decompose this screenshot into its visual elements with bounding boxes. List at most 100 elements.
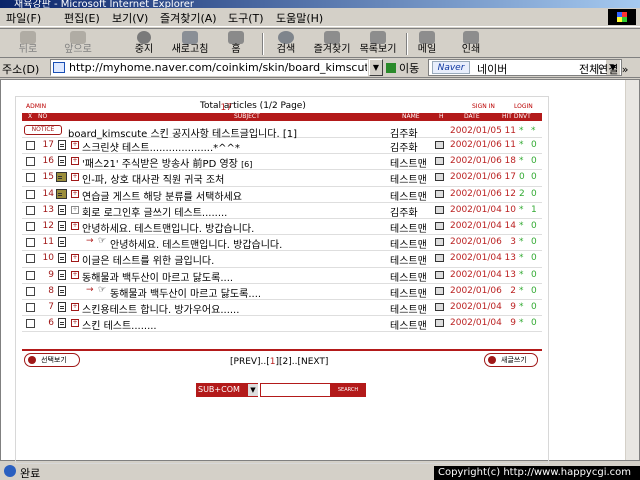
- table-row[interactable]: 13 + 회로 로그인후 글쓰기 테스트........ 김주화 2002/01…: [22, 203, 542, 219]
- mail-icon[interactable]: [435, 254, 444, 263]
- row-checkbox[interactable]: [26, 221, 35, 231]
- row-title[interactable]: 스킨 테스트........: [82, 317, 157, 332]
- pager-prev[interactable]: [PREV]..[: [230, 357, 270, 367]
- status-text: 완료: [20, 467, 41, 480]
- row-dn: 0: [519, 172, 525, 183]
- row-author: 테스트맨: [390, 175, 427, 187]
- search-field-select[interactable]: SUB+COM ▼: [196, 383, 258, 397]
- table-row[interactable]: 12 + 안녕하세요. 테스트맨입니다. 방갑습니다. 테스트맨 2002/01…: [22, 219, 542, 236]
- menu-edit[interactable]: 편집(E): [64, 10, 100, 26]
- address-input[interactable]: http://myhome.naver.com/coinkim/skin/boa…: [50, 59, 368, 76]
- row-date: 2002/01/06: [450, 188, 502, 199]
- home-button[interactable]: 홈: [222, 31, 250, 57]
- select-view-button[interactable]: 선택보기: [24, 353, 80, 367]
- table-row[interactable]: 7 + 스킨용테스트 합니다. 방가우어요...... 테스트맨 2002/01…: [22, 300, 542, 317]
- mail-icon[interactable]: [435, 302, 444, 311]
- row-title[interactable]: 동해물과 백두산이 마르고 닳도록....: [82, 269, 233, 284]
- login-link[interactable]: LOGIN: [514, 103, 533, 110]
- row-title[interactable]: 스크린샷 테스트....................*^^*: [82, 139, 240, 154]
- search-button[interactable]: 검색: [270, 31, 302, 57]
- table-row[interactable]: 8 → ☞ 동해물과 백두산이 마르고 닳도록.... 테스트맨 2002/01…: [22, 284, 542, 300]
- row-checkbox[interactable]: [26, 319, 35, 329]
- table-row[interactable]: 11 → ☞ 안녕하세요. 테스트맨입니다. 방갑습니다. 테스트맨 2002/…: [22, 235, 542, 252]
- table-row[interactable]: 14 + 연습글 게스트 해당 분류를 서택하세요 테스트맨 2002/01/0…: [22, 187, 542, 203]
- row-dn: *: [519, 156, 524, 167]
- row-checkbox[interactable]: [26, 157, 35, 167]
- row-title[interactable]: 회로 로그인후 글쓰기 테스트........: [82, 204, 227, 219]
- mail-icon[interactable]: [435, 270, 444, 279]
- row-checkbox[interactable]: [26, 254, 35, 264]
- row-author: 테스트맨: [390, 272, 427, 284]
- menu-help[interactable]: 도움말(H): [276, 10, 323, 26]
- row-checkbox[interactable]: [26, 173, 35, 183]
- go-button[interactable]: 이동: [386, 60, 419, 76]
- board-container: ADMIN Total 17 articles (1/2 Page) SIGN …: [15, 96, 549, 464]
- row-checkbox[interactable]: [26, 270, 35, 280]
- table-row[interactable]: 15 + 인-파, 상호 대사관 직원 귀국 조처 테스트맨 2002/01/0…: [22, 170, 542, 187]
- address-dropdown-icon[interactable]: ▼: [369, 59, 383, 76]
- row-author: 테스트맨: [390, 191, 427, 203]
- mail-icon[interactable]: [435, 221, 444, 230]
- mail-icon[interactable]: [435, 173, 444, 182]
- row-vote: 0: [531, 220, 537, 231]
- search-submit-button[interactable]: SEARCH: [330, 383, 366, 397]
- back-button[interactable]: 뒤로: [8, 31, 48, 57]
- table-row[interactable]: 9 + 동해물과 백두산이 마르고 닳도록.... 테스트맨 2002/01/0…: [22, 268, 542, 284]
- mail-icon[interactable]: [435, 205, 444, 214]
- refresh-button[interactable]: 새로고침: [168, 31, 212, 57]
- write-post-button[interactable]: 새글쓰기: [484, 353, 538, 367]
- search-input[interactable]: [260, 383, 332, 397]
- stop-button[interactable]: 중지: [126, 31, 162, 57]
- row-checkbox[interactable]: [26, 141, 35, 150]
- table-row[interactable]: 17 + 스크린샷 테스트....................*^^* 김주…: [22, 138, 542, 155]
- row-number: 7: [48, 301, 54, 312]
- mail-icon[interactable]: [435, 141, 444, 149]
- notice-row[interactable]: NOTICE board_kimscute 스킨 공지사항 테스트글입니다. […: [22, 125, 542, 140]
- vertical-scrollbar[interactable]: [625, 80, 639, 460]
- links-button[interactable]: 연결 »: [598, 61, 628, 77]
- menu-view[interactable]: 보기(V): [112, 10, 148, 26]
- table-row[interactable]: 10 + 이글은 테스트를 위한 글입니다. 테스트맨 2002/01/04 1…: [22, 251, 542, 268]
- row-title[interactable]: 안녕하세요. 테스트맨입니다. 방갑습니다.: [82, 220, 254, 235]
- row-vote: 0: [531, 140, 537, 150]
- row-hits: 17: [504, 172, 516, 183]
- mail-icon[interactable]: [435, 286, 444, 295]
- reply-arrow-icon: →: [86, 284, 94, 295]
- col-no: NO: [38, 113, 48, 120]
- mail-button[interactable]: 메일: [412, 31, 442, 57]
- notice-dn: *: [519, 126, 524, 136]
- row-checkbox[interactable]: [26, 302, 35, 312]
- menu-file[interactable]: 파일(F): [6, 10, 41, 26]
- row-title[interactable]: 안녕하세요. 테스트맨입니다. 방갑습니다.: [110, 236, 282, 251]
- row-title[interactable]: 이글은 테스트를 위한 글입니다.: [82, 252, 214, 267]
- row-title[interactable]: 스킨용테스트 합니다. 방가우어요......: [82, 301, 239, 316]
- menu-tools[interactable]: 도구(T): [228, 10, 264, 26]
- row-checkbox[interactable]: [26, 238, 35, 248]
- naver-search-input[interactable]: 네이버: [477, 61, 507, 77]
- toolbar: 뒤로 앞으로 중지 새로고침 홈 검색 즐겨찾기 목록보기 메일 인쇄: [0, 28, 640, 58]
- row-title[interactable]: 동해물과 백두산이 마르고 닳도록....: [110, 285, 261, 300]
- mail-icon[interactable]: [435, 157, 444, 166]
- row-checkbox[interactable]: [26, 189, 35, 199]
- document-icon: [58, 318, 66, 329]
- table-row[interactable]: 6 + 스킨 테스트........ 테스트맨 2002/01/04 9 * 0: [22, 316, 542, 333]
- mail-icon[interactable]: [435, 319, 444, 328]
- print-button[interactable]: 인쇄: [456, 31, 486, 57]
- table-row[interactable]: 16 + '패스21' 주식받은 방송사 前PD 영장 [6] 테스트맨 200…: [22, 154, 542, 171]
- ie-page-icon: [4, 465, 16, 477]
- mail-icon[interactable]: [435, 238, 444, 247]
- row-checkbox[interactable]: [26, 286, 35, 296]
- signin-link[interactable]: SIGN IN: [472, 103, 495, 110]
- history-button[interactable]: 목록보기: [356, 31, 400, 57]
- admin-link[interactable]: ADMIN: [26, 103, 46, 110]
- favorites-button[interactable]: 즐겨찾기: [308, 31, 356, 57]
- row-checkbox[interactable]: [26, 205, 35, 215]
- pager-next[interactable]: ][2]..[NEXT]: [276, 357, 329, 367]
- row-title[interactable]: '패스21' 주식받은 방송사 前PD 영장 [6]: [82, 155, 252, 170]
- menu-favorites[interactable]: 즐겨찾기(A): [160, 10, 217, 26]
- row-title[interactable]: 인-파, 상호 대사관 직원 귀국 조처: [82, 171, 224, 186]
- mail-icon[interactable]: [435, 189, 444, 198]
- forward-button[interactable]: 앞으로: [56, 31, 100, 57]
- image-icon: [56, 172, 67, 183]
- row-title[interactable]: 연습글 게스트 해당 분류를 서택하세요: [82, 188, 242, 203]
